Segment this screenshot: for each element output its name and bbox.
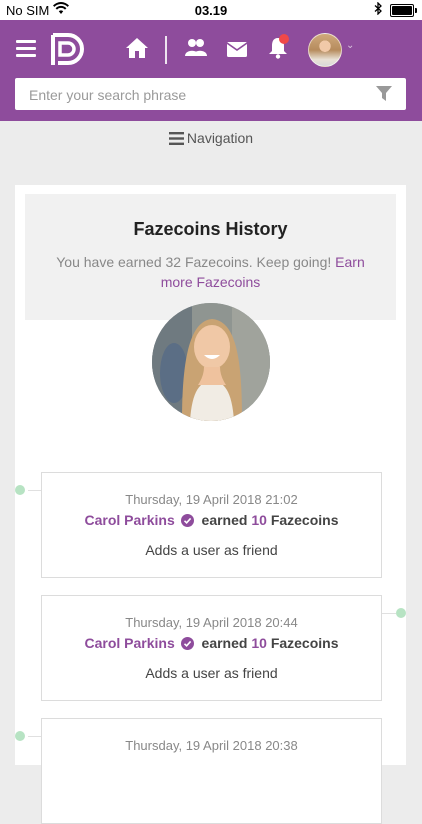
user-avatar[interactable] bbox=[308, 33, 342, 67]
timeline-dot bbox=[15, 731, 25, 741]
list-icon bbox=[168, 132, 184, 148]
mail-icon[interactable] bbox=[226, 42, 248, 62]
timeline-connector bbox=[28, 490, 41, 491]
timeline-line bbox=[1, 480, 3, 750]
menu-icon[interactable] bbox=[16, 40, 36, 57]
coin-unit: Fazecoins bbox=[270, 512, 339, 528]
page-title: Fazecoins History bbox=[133, 219, 288, 239]
entry-description: Adds a user as friend bbox=[145, 542, 278, 558]
navigation-toggle[interactable]: Navigation bbox=[0, 130, 422, 148]
app-header: ⌄ bbox=[0, 20, 422, 121]
timeline-dot bbox=[396, 608, 406, 618]
profile-photo bbox=[152, 303, 270, 421]
home-icon[interactable] bbox=[125, 37, 149, 64]
user-link[interactable]: Carol Parkins bbox=[84, 512, 174, 528]
timeline-connector bbox=[28, 736, 41, 737]
history-description: You have earned 32 Fazecoins. Keep going… bbox=[45, 252, 376, 292]
navigation-label: Navigation bbox=[186, 130, 254, 146]
earned-label: earned bbox=[201, 512, 248, 528]
user-link[interactable]: Carol Parkins bbox=[84, 635, 174, 651]
timeline-dot bbox=[15, 485, 25, 495]
coin-amount: 10 bbox=[251, 512, 267, 528]
friends-icon[interactable] bbox=[185, 38, 207, 63]
history-entry: Thursday, 19 April 2018 21:02 Carol Park… bbox=[41, 472, 382, 578]
search-input[interactable] bbox=[27, 78, 371, 112]
status-bar: No SIM 03.19 bbox=[0, 0, 422, 20]
timeline-connector bbox=[381, 613, 396, 614]
filter-icon[interactable] bbox=[376, 86, 392, 107]
search-bar bbox=[15, 78, 406, 112]
earned-summary: You have earned 32 Fazecoins. Keep going… bbox=[56, 254, 332, 270]
entry-description: Adds a user as friend bbox=[145, 665, 278, 681]
history-summary: Fazecoins History You have earned 32 Faz… bbox=[25, 194, 396, 320]
entry-date: Thursday, 19 April 2018 21:02 bbox=[125, 492, 298, 507]
header-divider bbox=[165, 36, 167, 64]
clock: 03.19 bbox=[194, 3, 228, 18]
chevron-down-icon[interactable]: ⌄ bbox=[346, 40, 354, 51]
battery-icon bbox=[390, 4, 417, 17]
verified-icon bbox=[180, 514, 194, 530]
entry-date: Thursday, 19 April 2018 20:44 bbox=[125, 615, 298, 630]
coin-amount: 10 bbox=[251, 635, 267, 651]
history-entry: Thursday, 19 April 2018 20:38 bbox=[41, 718, 382, 824]
coin-unit: Fazecoins bbox=[270, 635, 339, 651]
entry-date: Thursday, 19 April 2018 20:38 bbox=[125, 738, 298, 753]
bluetooth-icon bbox=[374, 1, 383, 18]
earned-label: earned bbox=[201, 635, 248, 651]
verified-icon bbox=[180, 637, 194, 653]
entry-summary: Carol Parkins earned 10 Fazecoins bbox=[42, 512, 381, 530]
entry-summary: Carol Parkins earned 10 Fazecoins bbox=[42, 635, 381, 653]
history-entry: Thursday, 19 April 2018 20:44 Carol Park… bbox=[41, 595, 382, 701]
notification-badge bbox=[279, 34, 289, 44]
app-logo[interactable] bbox=[50, 33, 90, 72]
